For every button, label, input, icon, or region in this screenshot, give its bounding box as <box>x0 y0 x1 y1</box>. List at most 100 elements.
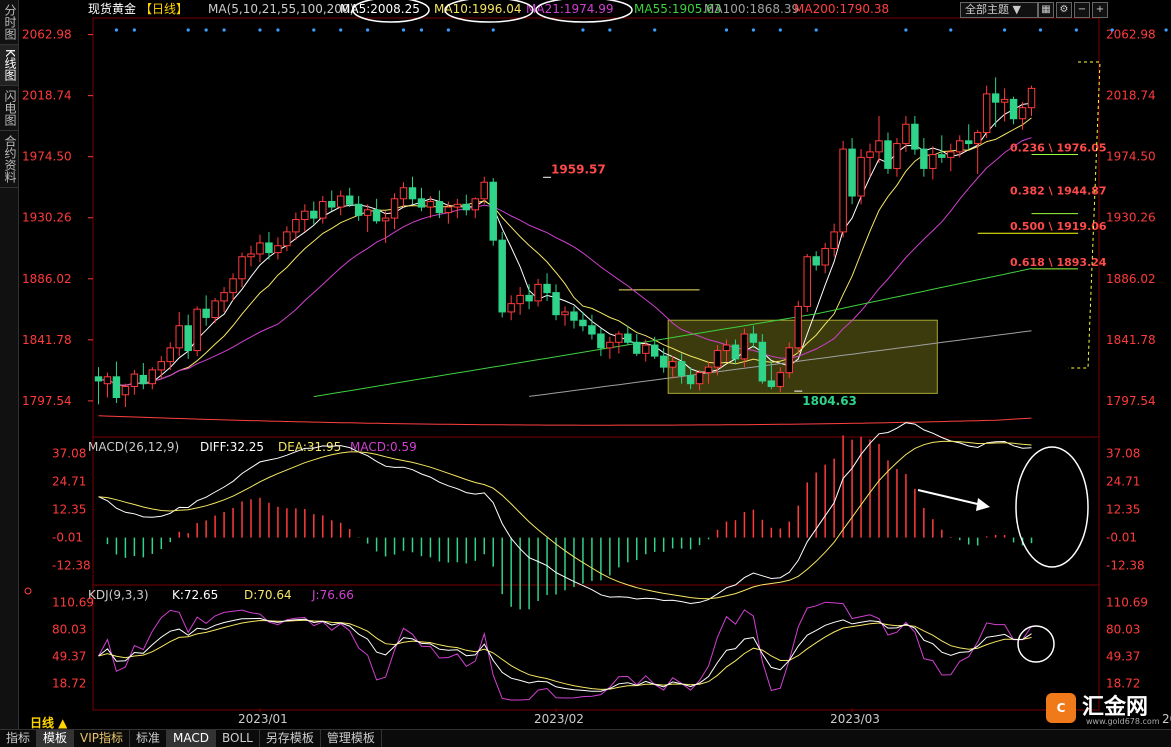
fib-label: 0.382 \ 1944.87 <box>1010 185 1107 198</box>
candle-body <box>408 187 417 200</box>
event-dot <box>491 28 495 32</box>
candle-body <box>471 198 480 211</box>
event-dot <box>751 28 756 32</box>
candle-body <box>292 218 300 233</box>
ytick-left: 1974.50 <box>22 150 72 164</box>
candle-body <box>229 278 237 294</box>
candle-body <box>426 201 435 208</box>
candle-body <box>830 231 838 249</box>
main-panel-frame <box>92 17 1100 438</box>
candle-body <box>677 361 686 376</box>
logo-mark: C <box>1046 693 1076 723</box>
plus-button[interactable]: + <box>1092 2 1108 18</box>
bottom-tab-7[interactable]: 管理模板 <box>321 730 382 747</box>
theme-select[interactable]: 全部主题 ▼ <box>960 2 1038 18</box>
left-tab-3[interactable]: 合约资料 <box>0 131 18 188</box>
event-dot <box>204 28 208 32</box>
candle-body <box>857 156 865 197</box>
candle-body <box>686 374 695 385</box>
candle-body <box>301 210 309 220</box>
fib-label: 0.236 \ 1976.05 <box>1010 142 1107 155</box>
candle-body <box>839 148 847 233</box>
event-dot <box>1038 28 1043 32</box>
left-tab-2[interactable]: 闪电图 <box>0 86 18 131</box>
header-ma-value: MA5:2008.25 <box>340 2 420 16</box>
candle-body <box>157 361 166 371</box>
candle-body <box>659 355 668 368</box>
event-dot <box>339 28 343 32</box>
event-dot <box>814 28 818 32</box>
ytick-right: 1930.26 <box>1106 211 1156 225</box>
price-annotation: 1959.57 <box>551 162 606 176</box>
candle-body <box>704 366 713 374</box>
event-dot <box>186 28 190 32</box>
ytick-left: 2062.98 <box>22 28 72 42</box>
ytick-right: 1974.50 <box>1106 150 1156 164</box>
candle-body <box>390 198 399 219</box>
minus-button[interactable]: − <box>1074 2 1090 18</box>
chart-canvas[interactable]: 现货黄金 【日线】 MA(5,10,21,55,100,200)MA5:2008.2… <box>18 0 1171 730</box>
arrow-head <box>976 498 990 511</box>
candle-body <box>166 347 174 363</box>
candle-body <box>947 151 955 158</box>
candle-body <box>534 283 542 302</box>
candle-body <box>749 333 758 343</box>
settings-button[interactable]: ⚙ <box>1056 2 1072 18</box>
kdj-ytick-left: 80.03 <box>52 623 86 637</box>
bottom-tab-2[interactable]: VIP指标 <box>74 730 131 747</box>
bottom-tab-3[interactable]: 标准 <box>130 730 168 747</box>
candle-body <box>650 344 659 357</box>
candle-body <box>489 181 497 241</box>
bottom-tab-5[interactable]: BOLL <box>216 730 260 747</box>
macd-ytick-right: 12.35 <box>1106 503 1140 517</box>
event-dot <box>778 28 782 32</box>
macd-ytick-left: 37.08 <box>52 446 86 460</box>
candle-body <box>336 195 345 208</box>
candle-body <box>319 201 327 219</box>
candle-body <box>247 253 255 258</box>
event-dot <box>581 28 585 32</box>
candle-body <box>184 325 192 352</box>
logo-site: www.gold678.com <box>1086 717 1160 726</box>
bottom-tab-6[interactable]: 另存模板 <box>260 730 321 747</box>
event-dot <box>949 28 953 32</box>
event-dot <box>724 28 729 32</box>
candle-body <box>148 369 157 385</box>
candle-body <box>920 148 928 169</box>
candle-body <box>543 283 551 294</box>
candle-body <box>202 308 210 318</box>
macd-ytick-left: -12.38 <box>52 559 91 573</box>
candle-body <box>310 210 318 219</box>
macd-ytick-right: -0.01 <box>1106 531 1137 545</box>
header-title: 现货黄金 <box>88 1 136 16</box>
candle-body <box>265 242 273 254</box>
candle-body <box>597 333 605 349</box>
bottom-tab-0[interactable]: 指标 <box>0 730 38 747</box>
candle-body <box>776 372 785 387</box>
event-dot <box>446 28 450 32</box>
bottom-tab-1[interactable]: 模板 <box>37 730 75 747</box>
candle-body <box>103 376 112 385</box>
theme-select-label: 全部主题 <box>965 3 1009 16</box>
logo-name: 汇金网 <box>1082 695 1149 720</box>
candle-body <box>462 203 471 211</box>
event-dot <box>276 28 280 32</box>
event-dot <box>222 28 226 32</box>
candle-body <box>561 311 569 316</box>
candle-body <box>812 256 820 266</box>
left-tab-strip: 分时图 K线图 闪电图 合约资料 <box>0 0 19 730</box>
kdj-highlight-circle <box>1017 625 1055 663</box>
candle-body <box>1018 107 1027 120</box>
left-tab-0[interactable]: 分时图 <box>0 0 18 45</box>
kdj-label: K:72.65 <box>172 588 218 602</box>
candle-body <box>785 347 794 374</box>
left-tab-1[interactable]: K线图 <box>0 45 18 86</box>
arrow-shaft <box>917 489 987 507</box>
grid-toggle-button[interactable]: ▦ <box>1038 2 1054 18</box>
macd-ytick-left: -0.01 <box>52 531 83 545</box>
bottom-tab-4[interactable]: MACD <box>167 730 217 747</box>
kdj-d-line <box>98 619 1032 690</box>
candle-body <box>283 231 291 247</box>
event-dot <box>1164 28 1168 32</box>
ytick-right: 2018.74 <box>1106 89 1156 103</box>
